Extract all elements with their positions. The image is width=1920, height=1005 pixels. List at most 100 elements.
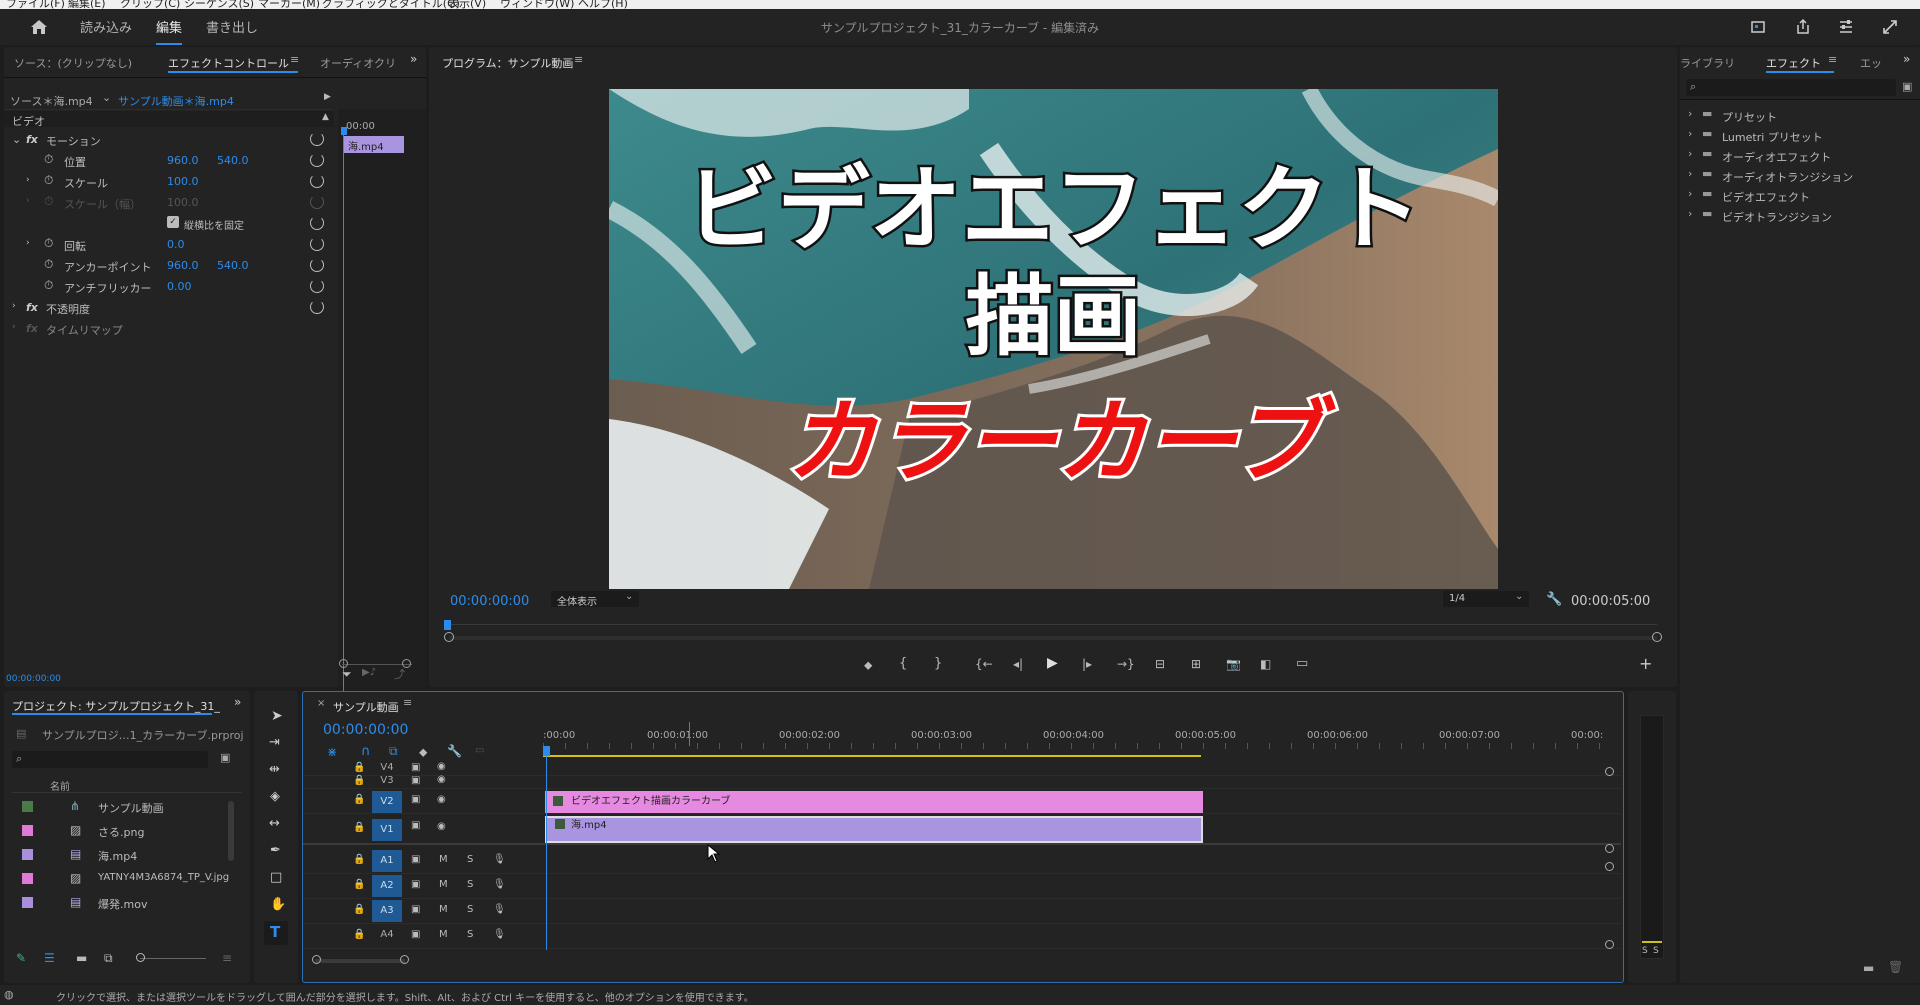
timeline-clip-graphic[interactable]: ビデオエフェクト描画カラーカーブ: [545, 791, 1203, 813]
tab-effects[interactable]: エフェクト: [1766, 55, 1821, 71]
lock-icon[interactable]: 🔒: [353, 762, 365, 773]
panel-overflow-icon[interactable]: »: [1903, 52, 1910, 66]
stopwatch-icon[interactable]: ⏱: [44, 173, 53, 188]
share-icon[interactable]: [1795, 18, 1811, 35]
tab-program[interactable]: プログラム：サンプル動画: [442, 55, 573, 71]
chevron-down-icon[interactable]: ⌄: [102, 91, 111, 104]
time-remap-row[interactable]: › fx タイムリマップ: [4, 318, 334, 339]
project-column-header[interactable]: 名前: [12, 775, 242, 793]
lock-icon[interactable]: 🔒: [353, 854, 365, 865]
mute-button[interactable]: M: [439, 929, 448, 940]
menu-window[interactable]: ウィンドウ(W): [500, 0, 574, 9]
antiflicker-value[interactable]: 0.00: [167, 280, 192, 293]
add-marker-icon[interactable]: ⬥: [864, 658, 872, 673]
new-bin-icon[interactable]: ▣: [1902, 80, 1912, 93]
source-clip-label[interactable]: サンプル動画＊海.mp4: [118, 93, 234, 109]
microphone-icon[interactable]: 🎙: [493, 929, 506, 940]
position-y-value[interactable]: 540.0: [217, 154, 249, 167]
pencil-icon[interactable]: ✎: [16, 951, 26, 965]
stopwatch-icon[interactable]: ⏱: [44, 278, 53, 293]
add-marker-icon[interactable]: ⬥: [419, 745, 427, 760]
lift-icon[interactable]: ⊟: [1155, 657, 1165, 671]
project-search-input[interactable]: ⌕: [12, 751, 208, 768]
snap-icon[interactable]: ∩: [361, 744, 371, 759]
track-label[interactable]: V1: [372, 819, 402, 841]
reset-icon[interactable]: [310, 279, 324, 293]
zoom-slider-handle[interactable]: [136, 953, 145, 962]
reset-icon[interactable]: [310, 174, 324, 188]
tab-sequence[interactable]: サンプル動画: [333, 699, 399, 715]
menu-graphics[interactable]: グラフィックとタイトル(G): [322, 0, 460, 9]
motion-row[interactable]: ⌄ fx モーション: [4, 129, 334, 150]
eye-icon[interactable]: ◉: [437, 774, 446, 785]
ripple-edit-icon[interactable]: ⇹: [269, 762, 280, 777]
lock-icon[interactable]: 🔒: [353, 929, 365, 940]
comparison-view-icon[interactable]: ◧: [1260, 657, 1271, 671]
program-scrubber[interactable]: [449, 624, 1657, 625]
collapse-up-icon[interactable]: ▲: [322, 112, 329, 122]
microphone-icon[interactable]: 🎙: [493, 854, 506, 865]
mute-button[interactable]: M: [439, 904, 448, 915]
add-button-icon[interactable]: +: [1639, 654, 1652, 673]
tab-project[interactable]: プロジェクト: サンプルプロジェクト_31_: [12, 698, 220, 714]
stopwatch-icon[interactable]: ⏱: [44, 152, 53, 167]
film-icon[interactable]: ▣: [411, 794, 420, 805]
effects-folder[interactable]: › ▬ オーディオエフェクト: [1686, 145, 1912, 165]
vertical-zoom-handle[interactable]: [1605, 940, 1614, 949]
reset-icon[interactable]: [310, 237, 324, 251]
eye-icon[interactable]: ◉: [437, 794, 446, 805]
fx-icon[interactable]: fx: [26, 133, 38, 146]
mini-playhead[interactable]: [343, 129, 344, 697]
chevron-right-icon[interactable]: ›: [26, 175, 30, 185]
effects-search-input[interactable]: ⌕: [1686, 79, 1896, 96]
film-icon[interactable]: ▣: [411, 775, 420, 786]
reset-icon[interactable]: [310, 153, 324, 167]
tab-effect-controls[interactable]: エフェクトコントロール: [168, 55, 289, 71]
close-icon[interactable]: ×: [317, 698, 325, 709]
timeline-timecode[interactable]: 00:00:00:00: [323, 722, 408, 738]
type-tool-button[interactable]: T: [264, 921, 288, 945]
scale-value[interactable]: 100.0: [167, 175, 199, 188]
track-select-icon[interactable]: ⇥: [269, 735, 280, 750]
new-folder-icon[interactable]: ▬: [1863, 961, 1874, 975]
chevron-right-icon[interactable]: ›: [12, 301, 16, 311]
track-label[interactable]: A1: [372, 850, 402, 872]
vertical-zoom-handle[interactable]: [1605, 862, 1614, 871]
quick-export-icon[interactable]: [1750, 19, 1766, 35]
list-item[interactable]: ▤ 爆発.mov: [12, 891, 236, 915]
microphone-icon[interactable]: 🎙: [493, 904, 506, 915]
reset-icon[interactable]: [310, 216, 324, 230]
stopwatch-icon[interactable]: ⏱: [44, 257, 53, 272]
safe-margins-icon[interactable]: ▭: [1296, 656, 1308, 671]
solo-button[interactable]: S: [467, 904, 473, 915]
pen-tool-icon[interactable]: ✒: [270, 843, 281, 858]
project-scrollbar[interactable]: [228, 801, 234, 861]
menu-file[interactable]: ファイル(F): [6, 0, 65, 9]
tab-essential[interactable]: エッ: [1860, 55, 1882, 71]
anchor-y-value[interactable]: 540.0: [217, 259, 249, 272]
effect-timecode[interactable]: 00:00:00:00: [6, 674, 61, 684]
go-to-out-icon[interactable]: →}: [1117, 657, 1135, 671]
wrench-icon[interactable]: 🔧: [447, 744, 462, 758]
resolution-dropdown[interactable]: 1/4 ⌄: [1443, 591, 1529, 607]
list-item[interactable]: ▨ YATNY4M3A6874_TP_V.jpg: [12, 867, 236, 891]
panel-menu-icon[interactable]: ≡: [574, 53, 583, 66]
vertical-zoom-handle[interactable]: [1605, 844, 1614, 853]
reset-icon[interactable]: [310, 258, 324, 272]
mute-button[interactable]: M: [439, 854, 448, 865]
position-x-value[interactable]: 960.0: [167, 154, 199, 167]
vertical-zoom-handle[interactable]: [1605, 767, 1614, 776]
linked-selection-icon[interactable]: ⧉: [389, 744, 398, 759]
play-only-audio-icon[interactable]: ▶: [324, 92, 331, 102]
zoom-slider[interactable]: [140, 958, 206, 959]
rectangle-tool-icon[interactable]: □: [270, 870, 282, 885]
lock-icon[interactable]: 🔒: [353, 794, 365, 805]
go-to-in-icon[interactable]: {←: [975, 657, 993, 671]
track-label[interactable]: V4: [372, 762, 402, 773]
fx-icon[interactable]: fx: [26, 301, 38, 314]
work-area-bar[interactable]: [543, 755, 1201, 757]
find-icon[interactable]: ▣: [220, 751, 230, 764]
rotation-value[interactable]: 0.0: [167, 238, 185, 251]
freeform-view-icon[interactable]: ⧉: [104, 951, 113, 966]
film-icon[interactable]: ▣: [411, 854, 420, 865]
